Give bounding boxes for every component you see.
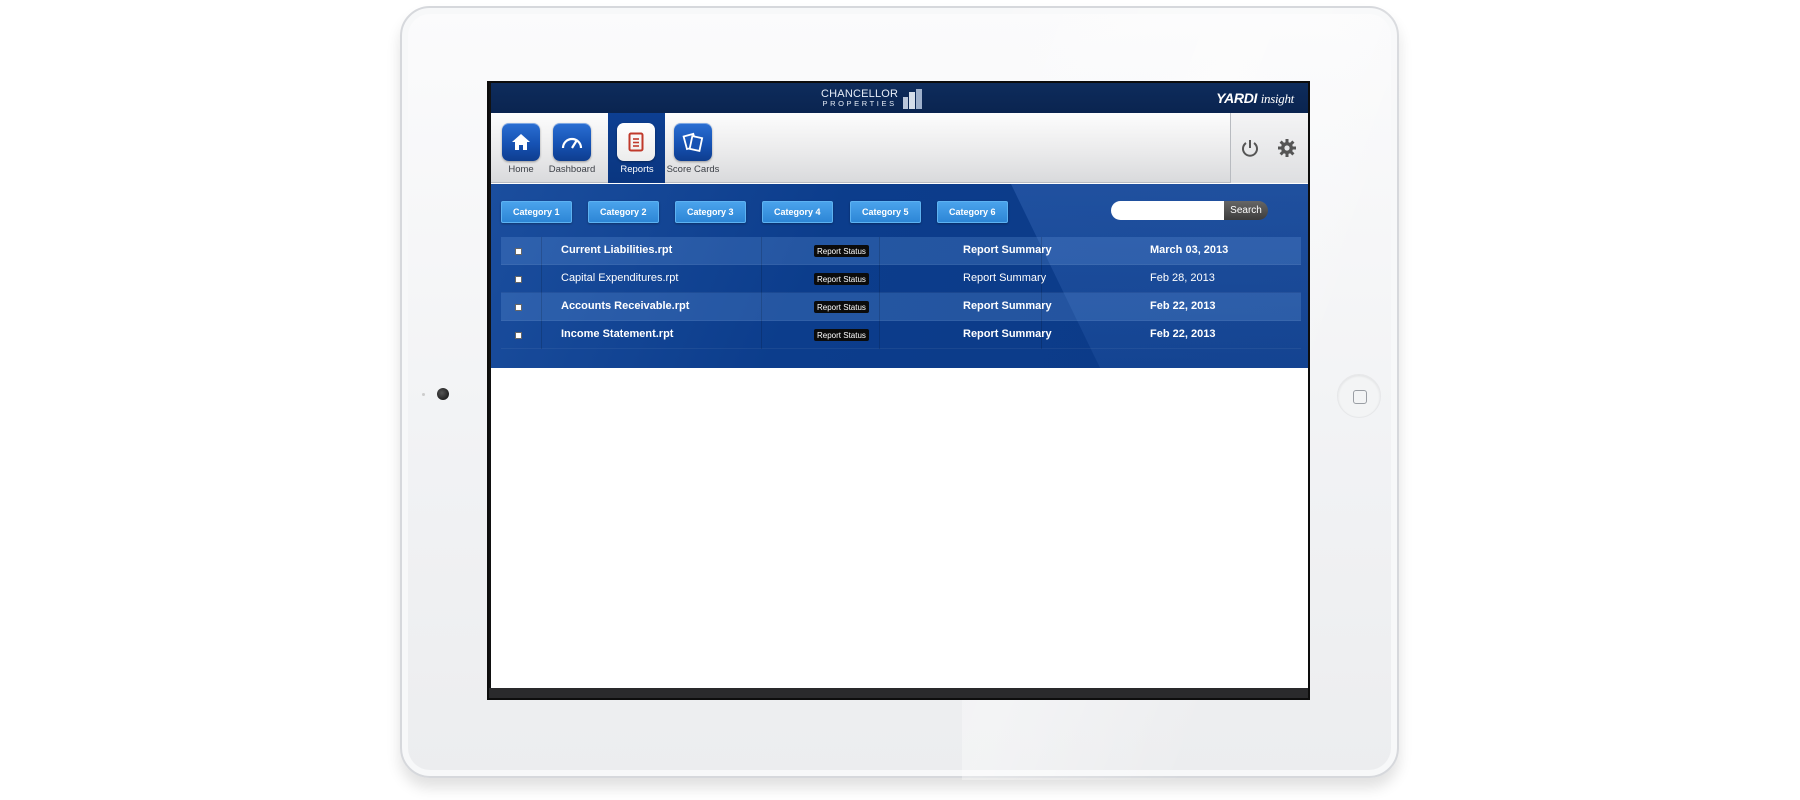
nav-score-cards[interactable]: Score Cards	[667, 113, 728, 183]
device-screen: CHANCELLOR PROPERTIES YARDI insight Home…	[487, 81, 1310, 700]
building-icon	[903, 89, 923, 109]
report-name[interactable]: Capital Expenditures.rpt	[561, 272, 678, 284]
status-badge[interactable]: Report Status	[814, 301, 869, 313]
report-name[interactable]: Accounts Receivable.rpt	[561, 300, 689, 312]
table-row[interactable]: Current Liabilities.rpt Report Status Re…	[501, 237, 1301, 265]
report-summary[interactable]: Report Summary	[963, 272, 1046, 284]
search-button[interactable]: Search	[1224, 201, 1268, 220]
gauge-icon	[553, 123, 591, 161]
gear-icon[interactable]	[1277, 138, 1297, 158]
row-checkbox[interactable]	[515, 332, 522, 339]
nav-dashboard-label: Dashboard	[548, 164, 596, 175]
reports-table: Current Liabilities.rpt Report Status Re…	[501, 237, 1301, 349]
bottom-bar	[489, 688, 1308, 698]
sensor-dot	[422, 393, 425, 396]
report-summary[interactable]: Report Summary	[963, 328, 1052, 340]
nav-right-tools	[1230, 113, 1308, 183]
report-summary[interactable]: Report Summary	[963, 244, 1052, 256]
vendor-logo: YARDI insight	[1216, 90, 1294, 107]
row-checkbox[interactable]	[515, 248, 522, 255]
search-input[interactable]	[1111, 201, 1231, 220]
power-icon[interactable]	[1240, 138, 1260, 158]
nav-bar: Home Dashboard Reports Score Cards	[491, 113, 1308, 183]
category-3-button[interactable]: Category 3	[675, 201, 746, 223]
category-1-button[interactable]: Category 1	[501, 201, 572, 223]
table-row[interactable]: Capital Expenditures.rpt Report Status R…	[501, 265, 1301, 293]
report-summary[interactable]: Report Summary	[963, 300, 1052, 312]
reports-panel: Category 1 Category 2 Category 3 Categor…	[491, 184, 1308, 368]
company-subname: PROPERTIES	[822, 99, 897, 108]
company-name: CHANCELLOR	[821, 88, 899, 100]
report-date: March 03, 2013	[1150, 244, 1229, 256]
category-2-button[interactable]: Category 2	[588, 201, 659, 223]
report-date: Feb 22, 2013	[1150, 328, 1216, 340]
nav-score-cards-label: Score Cards	[666, 164, 720, 175]
search-box: Search	[1111, 201, 1271, 221]
home-button-square-icon	[1353, 390, 1367, 404]
report-name[interactable]: Income Statement.rpt	[561, 328, 673, 340]
app: CHANCELLOR PROPERTIES YARDI insight Home…	[491, 83, 1308, 688]
vendor-product: insight	[1260, 91, 1295, 106]
company-logo: CHANCELLOR PROPERTIES	[821, 88, 924, 110]
cards-icon	[674, 123, 712, 161]
camera	[437, 388, 449, 400]
report-date: Feb 28, 2013	[1150, 272, 1215, 284]
category-4-button[interactable]: Category 4	[762, 201, 833, 223]
status-badge[interactable]: Report Status	[814, 273, 869, 285]
row-checkbox[interactable]	[515, 304, 522, 311]
table-row[interactable]: Accounts Receivable.rpt Report Status Re…	[501, 293, 1301, 321]
document-icon	[617, 123, 655, 161]
status-badge[interactable]: Report Status	[814, 245, 869, 257]
status-badge[interactable]: Report Status	[814, 329, 869, 341]
nav-reports[interactable]: Reports	[608, 113, 665, 183]
device-home-button[interactable]	[1337, 374, 1381, 418]
row-checkbox[interactable]	[515, 276, 522, 283]
report-name[interactable]: Current Liabilities.rpt	[561, 244, 672, 256]
category-5-button[interactable]: Category 5	[850, 201, 921, 223]
category-6-button[interactable]: Category 6	[937, 201, 1008, 223]
vendor-name: YARDI	[1216, 90, 1258, 106]
table-row[interactable]: Income Statement.rpt Report Status Repor…	[501, 321, 1301, 349]
report-date: Feb 22, 2013	[1150, 300, 1216, 312]
brand-bar: CHANCELLOR PROPERTIES YARDI insight	[491, 83, 1308, 113]
nav-dashboard[interactable]: Dashboard	[547, 113, 607, 183]
home-icon	[502, 123, 540, 161]
